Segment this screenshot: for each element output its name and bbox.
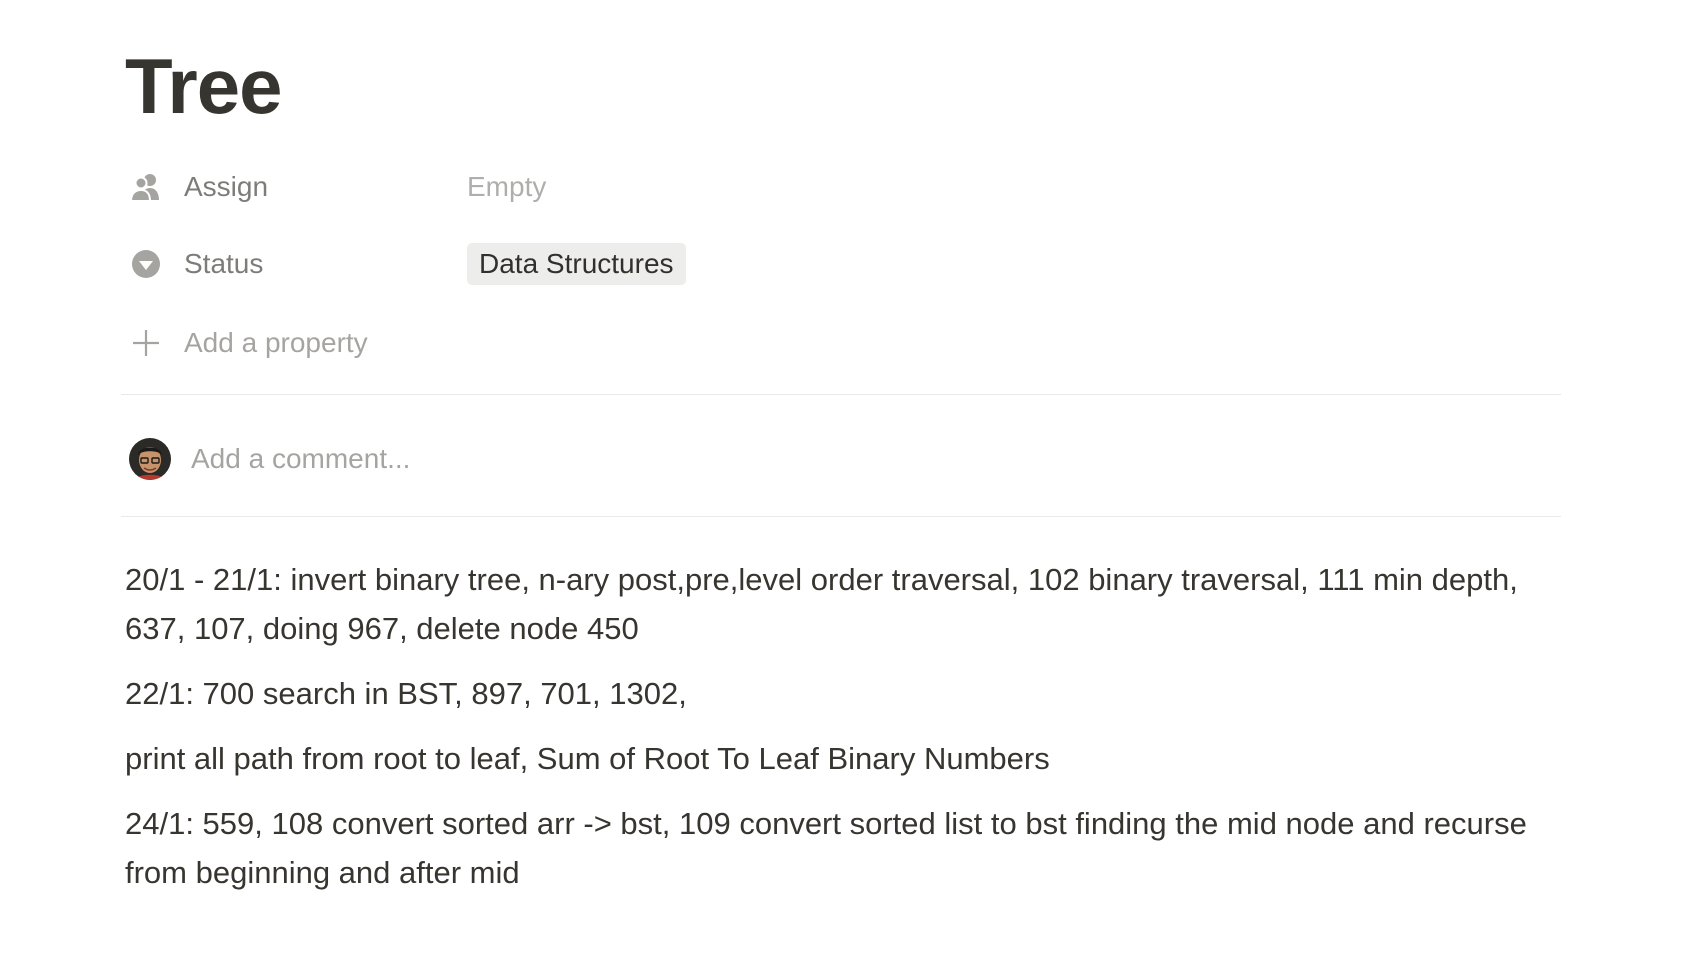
chevron-circle-down-icon xyxy=(128,246,164,282)
property-row-assign: Assign Empty xyxy=(121,160,1561,214)
text-block[interactable]: print all path from root to leaf, Sum of… xyxy=(125,734,1565,783)
comment-input[interactable] xyxy=(191,443,791,475)
add-property-button[interactable]: Add a property xyxy=(121,316,1561,370)
divider xyxy=(121,516,1561,517)
assign-value[interactable]: Empty xyxy=(467,171,546,203)
people-icon xyxy=(128,169,164,205)
add-property-label: Add a property xyxy=(184,327,368,358)
property-row-status: Status Data Structures xyxy=(121,237,1561,291)
property-name-status[interactable]: Status xyxy=(121,237,467,291)
divider xyxy=(121,394,1561,395)
property-label: Status xyxy=(184,248,264,279)
property-label: Assign xyxy=(184,171,269,202)
status-value[interactable]: Data Structures xyxy=(467,243,686,285)
property-name-assign[interactable]: Assign xyxy=(121,160,467,214)
page-title[interactable]: Tree xyxy=(125,36,282,136)
text-block[interactable]: 20/1 - 21/1: invert binary tree, n-ary p… xyxy=(125,555,1565,653)
avatar xyxy=(129,438,171,480)
plus-icon xyxy=(128,325,164,361)
text-block[interactable]: 22/1: 700 search in BST, 897, 701, 1302, xyxy=(125,669,1565,718)
page-content: 20/1 - 21/1: invert binary tree, n-ary p… xyxy=(125,555,1565,913)
status-badge[interactable]: Data Structures xyxy=(467,243,686,285)
comment-row xyxy=(129,431,791,487)
text-block[interactable]: 24/1: 559, 108 convert sorted arr -> bst… xyxy=(125,799,1565,897)
